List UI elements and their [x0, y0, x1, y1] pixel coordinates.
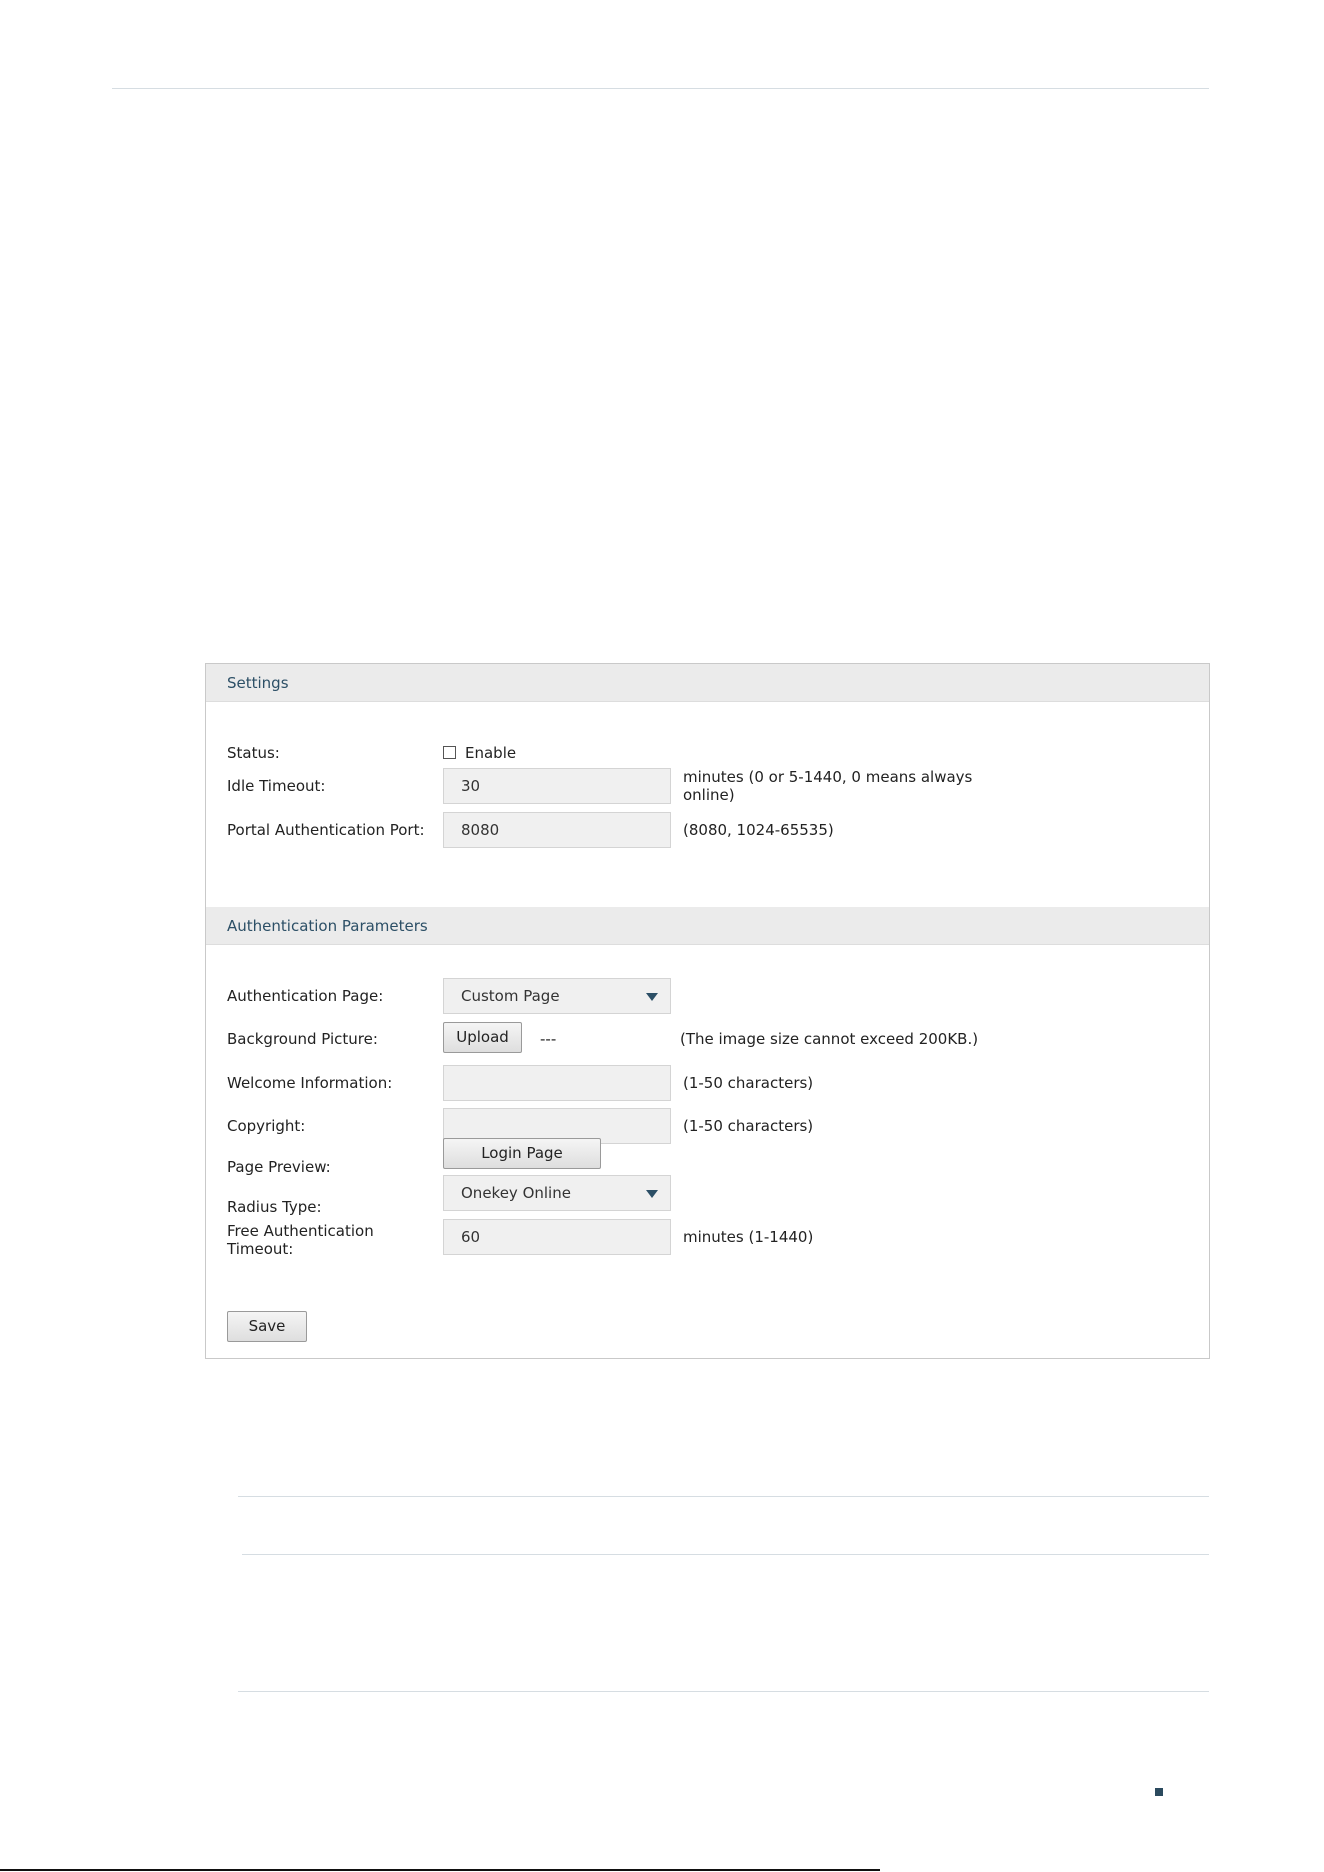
welcome-info-input[interactable]: [443, 1065, 671, 1101]
caret-down-icon: [646, 993, 658, 1001]
radius-type-label: Radius Type:: [227, 1198, 322, 1216]
port-label: Portal Authentication Port:: [227, 821, 425, 839]
free-auth-timeout-label-line2: Timeout:: [227, 1240, 294, 1258]
status-enable-checkbox[interactable]: [443, 746, 456, 759]
copyright-hint: (1-50 characters): [683, 1117, 814, 1135]
port-hint: (8080, 1024-65535): [683, 821, 834, 839]
auth-page-selected-value: Custom Page: [461, 987, 560, 1005]
idle-timeout-hint-line1: minutes (0 or 5-1440, 0 means always: [683, 768, 973, 786]
background-picture-label: Background Picture:: [227, 1030, 378, 1048]
portal-auth-panel: Settings Status: Enable Idle Timeout: mi…: [205, 663, 1210, 1359]
welcome-info-label: Welcome Information:: [227, 1074, 393, 1092]
login-page-preview-button[interactable]: Login Page Preview: [443, 1138, 601, 1191]
free-auth-timeout-hint: minutes (1-1440): [683, 1228, 814, 1246]
auth-params-header: Authentication Parameters: [206, 907, 1209, 945]
port-input[interactable]: [443, 812, 671, 848]
top-divider: [112, 88, 1209, 89]
free-auth-timeout-input[interactable]: [443, 1219, 671, 1255]
copyright-label: Copyright:: [227, 1117, 306, 1135]
table-divider: [242, 1554, 1209, 1555]
caret-down-icon: [646, 1190, 658, 1198]
background-picture-filename: ---: [540, 1030, 557, 1048]
auth-page-label: Authentication Page:: [227, 987, 384, 1005]
idle-timeout-label: Idle Timeout:: [227, 777, 326, 795]
page-preview-label: Page Preview:: [227, 1158, 331, 1176]
table-divider: [238, 1691, 1209, 1692]
radius-type-select[interactable]: Onekey Online: [443, 1175, 671, 1211]
idle-timeout-hint-line2: online): [683, 786, 735, 804]
welcome-info-hint: (1-50 characters): [683, 1074, 814, 1092]
radius-type-selected-value: Onekey Online: [461, 1184, 571, 1202]
idle-timeout-input[interactable]: [443, 768, 671, 804]
settings-header: Settings: [206, 664, 1209, 702]
save-button[interactable]: Save: [227, 1311, 307, 1342]
square-marker-icon: [1155, 1788, 1163, 1796]
background-picture-hint: (The image size cannot exceed 200KB.): [680, 1030, 979, 1048]
table-divider: [238, 1496, 1209, 1497]
status-label: Status:: [227, 744, 280, 762]
status-enable-label[interactable]: Enable: [465, 744, 516, 762]
upload-button[interactable]: Upload: [443, 1022, 522, 1053]
auth-page-select[interactable]: Custom Page: [443, 978, 671, 1014]
free-auth-timeout-label-line1: Free Authentication: [227, 1222, 374, 1240]
footer-rule: [0, 1869, 880, 1871]
